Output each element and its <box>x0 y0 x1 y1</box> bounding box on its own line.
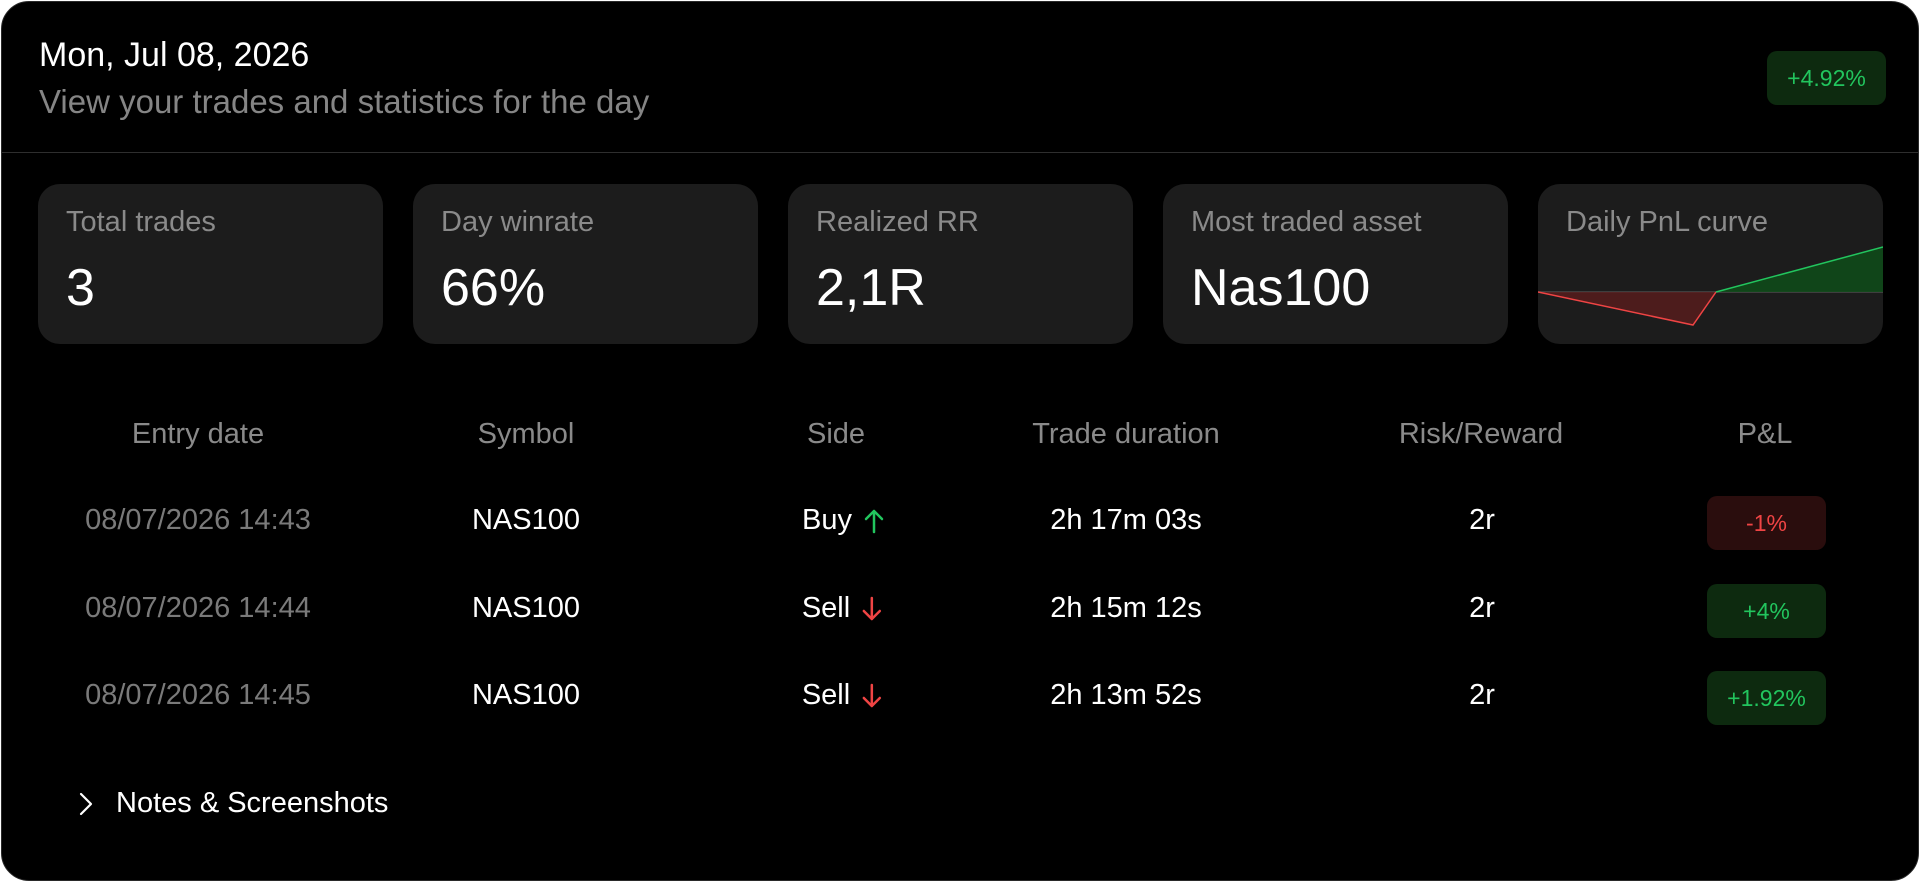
duration-cell: 2h 15m 12s <box>1050 592 1202 624</box>
pnl-badge: -1% <box>1707 496 1826 550</box>
stat-label: Realized RR <box>816 206 979 238</box>
stat-label: Most traded asset <box>1191 206 1422 238</box>
side-cell: Sell <box>802 679 884 712</box>
duration-cell: 2h 17m 03s <box>1050 504 1202 536</box>
pnl-badge: +1.92% <box>1707 671 1826 725</box>
day-change-badge: +4.92% <box>1767 51 1886 105</box>
col-symbol[interactable]: Symbol <box>478 418 575 451</box>
entry-date-cell: 08/07/2026 14:43 <box>85 504 311 536</box>
rr-cell: 2r <box>1469 504 1495 536</box>
pnl-badge: +4% <box>1707 584 1826 638</box>
rr-cell: 2r <box>1469 592 1495 624</box>
day-date: Mon, Jul 08, 2026 <box>39 36 310 74</box>
col-trade-duration[interactable]: Trade duration <box>1032 418 1220 451</box>
entry-date-cell: 08/07/2026 14:44 <box>85 592 311 624</box>
col-entry-date[interactable]: Entry date <box>132 418 264 451</box>
duration-cell: 2h 13m 52s <box>1050 679 1202 711</box>
col-pnl[interactable]: P&L <box>1738 418 1793 451</box>
chevron-right-icon <box>79 792 93 815</box>
stat-label: Total trades <box>66 206 216 238</box>
notes-label: Notes & Screenshots <box>116 787 389 819</box>
stat-label: Day winrate <box>441 206 595 238</box>
arrow-down-icon <box>862 683 882 707</box>
stat-day-winrate: Day winrate 66% <box>413 184 758 344</box>
stat-total-trades: Total trades 3 <box>38 184 383 344</box>
day-subtitle: View your trades and statistics for the … <box>39 83 650 120</box>
side-label: Buy <box>802 504 852 536</box>
day-header: Mon, Jul 08, 2026 View your trades and s… <box>2 2 1918 153</box>
symbol-cell: NAS100 <box>471 504 581 536</box>
symbol-cell: NAS100 <box>471 592 581 624</box>
stat-value: Nas100 <box>1191 259 1371 317</box>
arrow-up-icon <box>864 509 884 533</box>
side-cell: Buy <box>802 504 886 537</box>
col-side[interactable]: Side <box>807 418 865 451</box>
stat-value: 3 <box>66 259 95 317</box>
side-cell: Sell <box>802 592 884 625</box>
stat-daily-pnl-curve: Daily PnL curve <box>1538 184 1883 344</box>
stat-realized-rr: Realized RR 2,1R <box>788 184 1133 344</box>
notes-screenshots-toggle[interactable]: Notes & Screenshots <box>78 787 388 820</box>
side-label: Sell <box>801 592 851 624</box>
symbol-cell: NAS100 <box>471 679 581 711</box>
rr-cell: 2r <box>1469 679 1495 711</box>
stat-most-traded-asset: Most traded asset Nas100 <box>1163 184 1508 344</box>
daily-journal-card: Mon, Jul 08, 2026 View your trades and s… <box>1 1 1919 881</box>
side-label: Sell <box>801 679 851 711</box>
stat-value: 66% <box>441 259 546 317</box>
stat-value: 2,1R <box>816 259 926 317</box>
stat-label: Daily PnL curve <box>1566 206 1769 238</box>
entry-date-cell: 08/07/2026 14:45 <box>85 679 311 711</box>
arrow-down-icon <box>862 596 882 620</box>
col-risk-reward[interactable]: Risk/Reward <box>1399 418 1563 451</box>
